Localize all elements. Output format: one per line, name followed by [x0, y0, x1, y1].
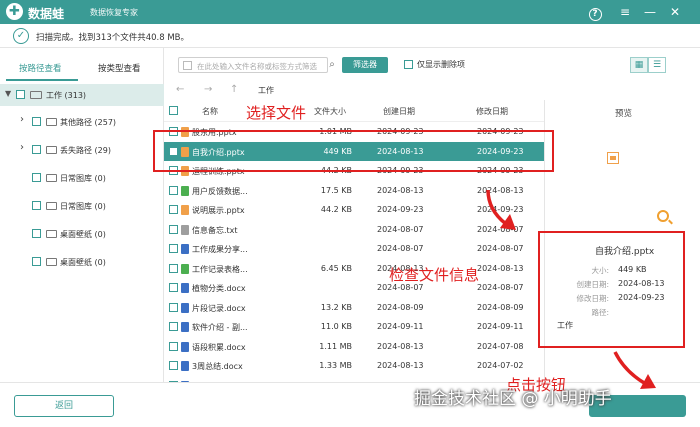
annotation-arrows — [486, 189, 656, 389]
arrow-to-button — [613, 351, 647, 386]
arrow-to-info — [486, 189, 508, 226]
watermark-text: 掘金技术社区 @ 小明助手 — [414, 389, 612, 409]
